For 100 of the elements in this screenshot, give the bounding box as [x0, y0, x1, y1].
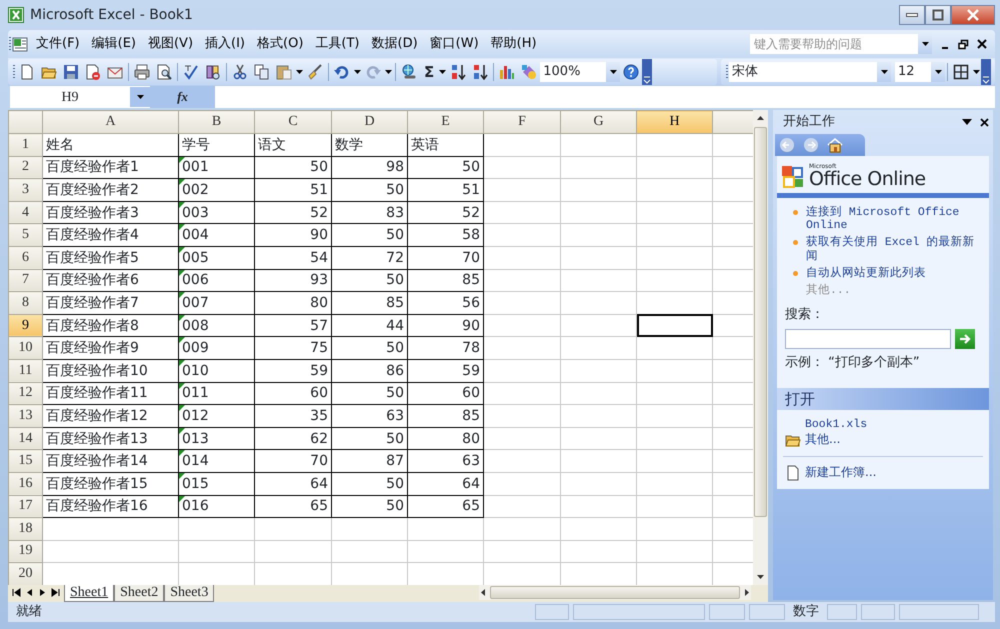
permission-icon[interactable] [85, 64, 101, 80]
row-header[interactable]: 7 [8, 269, 42, 292]
forward-icon[interactable] [803, 137, 819, 153]
row-header[interactable]: 16 [8, 472, 42, 495]
up-arrow-icon[interactable] [756, 114, 765, 121]
column-header[interactable]: D [332, 110, 408, 134]
column-header[interactable]: C [254, 110, 332, 134]
search-field[interactable] [785, 328, 951, 349]
row-header[interactable]: 15 [8, 450, 42, 472]
menu-item[interactable]: 数据(D) [366, 34, 424, 54]
row-header[interactable]: 1 [8, 134, 42, 156]
row-header[interactable]: 13 [8, 404, 42, 428]
next-sheet-icon[interactable] [38, 588, 47, 597]
row-header[interactable]: 3 [8, 178, 42, 202]
menu-item[interactable]: 插入(I) [199, 34, 252, 54]
dropdown-icon[interactable] [962, 118, 972, 126]
column-header[interactable]: F [484, 110, 560, 134]
row-header[interactable]: 12 [8, 382, 42, 405]
caret-icon[interactable] [384, 69, 393, 75]
maximize-button[interactable] [925, 5, 951, 25]
brush-icon[interactable] [307, 64, 323, 80]
caret-icon[interactable] [438, 69, 448, 75]
last-sheet-icon[interactable] [51, 588, 60, 597]
previous-sheet-icon[interactable] [25, 588, 34, 597]
file-link[interactable]: 其他... [805, 432, 840, 446]
row-header[interactable]: 5 [8, 224, 42, 246]
cut-icon[interactable] [232, 64, 248, 80]
name-box[interactable]: H9 [10, 86, 150, 108]
new-document-icon[interactable] [19, 64, 35, 80]
menu-item[interactable]: 窗口(W) [424, 34, 485, 54]
restore-icon[interactable] [958, 38, 969, 50]
dropdown-button[interactable] [606, 62, 620, 82]
sort-descending-icon[interactable] [472, 64, 488, 80]
zoom-field[interactable]: 100% [540, 62, 606, 82]
task-link[interactable]: 获取有关使用 Excel 的最新新闻 [806, 236, 981, 263]
dropdown-button[interactable] [931, 62, 945, 82]
column-header[interactable]: E [408, 110, 484, 134]
caret-icon[interactable] [972, 69, 981, 75]
toolbar-options-icon[interactable] [642, 59, 652, 85]
row-header[interactable]: 19 [8, 540, 42, 563]
sort-ascending-icon[interactable] [450, 64, 466, 80]
sheet-tab[interactable]: Sheet1 [64, 585, 114, 602]
home-icon[interactable] [827, 137, 843, 153]
close-icon[interactable] [977, 39, 987, 49]
close-button[interactable] [951, 5, 995, 25]
row-header[interactable]: 2 [8, 156, 42, 179]
globe-link-icon[interactable] [401, 64, 417, 80]
new-workbook-link[interactable]: 新建工作簿... [805, 466, 876, 480]
menu-item[interactable]: 工具(T) [309, 34, 366, 54]
horizontal-scrollbar[interactable] [479, 585, 751, 600]
column-header[interactable]: G [560, 110, 636, 134]
menu-item[interactable]: 文件(F) [30, 34, 86, 54]
scroll-thumb[interactable] [754, 127, 767, 517]
menu-item[interactable]: 视图(V) [142, 34, 200, 54]
close-icon[interactable] [980, 118, 989, 126]
scroll-thumb[interactable] [490, 586, 740, 599]
column-header[interactable]: H [636, 110, 712, 134]
sheet-tab[interactable]: Sheet3 [164, 585, 214, 602]
save-icon[interactable] [63, 64, 79, 80]
autosum-button[interactable]: Σ [420, 60, 438, 84]
column-header[interactable]: A [42, 110, 178, 134]
minimize-button[interactable] [899, 5, 925, 25]
row-header[interactable]: 20 [8, 562, 42, 585]
sheet-tab[interactable]: Sheet2 [114, 585, 164, 602]
vertical-scrollbar[interactable] [753, 110, 768, 585]
chart-icon[interactable] [499, 64, 516, 80]
column-header[interactable]: B [178, 110, 254, 134]
row-header[interactable]: 11 [8, 359, 42, 382]
font-field[interactable]: 宋体 [729, 62, 877, 82]
research-icon[interactable] [205, 64, 221, 80]
down-arrow-icon[interactable] [756, 574, 765, 581]
task-link[interactable]: 自动从网站更新此列表 [806, 266, 926, 280]
paste-icon[interactable] [276, 64, 292, 80]
row-header[interactable]: 4 [8, 201, 42, 224]
print-icon[interactable] [134, 64, 150, 80]
drawing-icon[interactable] [521, 64, 538, 80]
undo-icon[interactable] [334, 64, 350, 80]
row-header[interactable]: 17 [8, 495, 42, 518]
menu-item[interactable]: 帮助(H) [484, 34, 543, 54]
caret-icon[interactable] [295, 69, 304, 75]
print-preview-icon[interactable] [156, 64, 172, 80]
spelling-icon[interactable] [183, 64, 199, 80]
right-arrow-icon[interactable] [742, 588, 751, 597]
caret-icon[interactable] [353, 69, 362, 75]
selected-cell[interactable] [636, 314, 712, 337]
borders-icon[interactable] [953, 64, 969, 80]
left-arrow-icon[interactable] [479, 588, 488, 597]
dropdown-button[interactable] [130, 87, 150, 107]
row-header[interactable]: 6 [8, 246, 42, 270]
help-search-field[interactable]: 键入需要帮助的问题 [750, 34, 918, 54]
task-link[interactable]: 连接到 Microsoft Office Online [806, 206, 981, 232]
row-header[interactable]: 10 [8, 336, 42, 360]
file-link[interactable]: Book1.xls [805, 418, 868, 432]
insert-function-button[interactable]: fx [177, 87, 188, 107]
font-size-field[interactable]: 12 [895, 62, 931, 82]
first-sheet-icon[interactable] [12, 588, 21, 597]
row-header[interactable]: 8 [8, 292, 42, 314]
menu-item[interactable]: 格式(O) [251, 34, 310, 54]
back-icon[interactable] [779, 137, 795, 153]
menu-item[interactable]: 编辑(E) [86, 34, 142, 54]
